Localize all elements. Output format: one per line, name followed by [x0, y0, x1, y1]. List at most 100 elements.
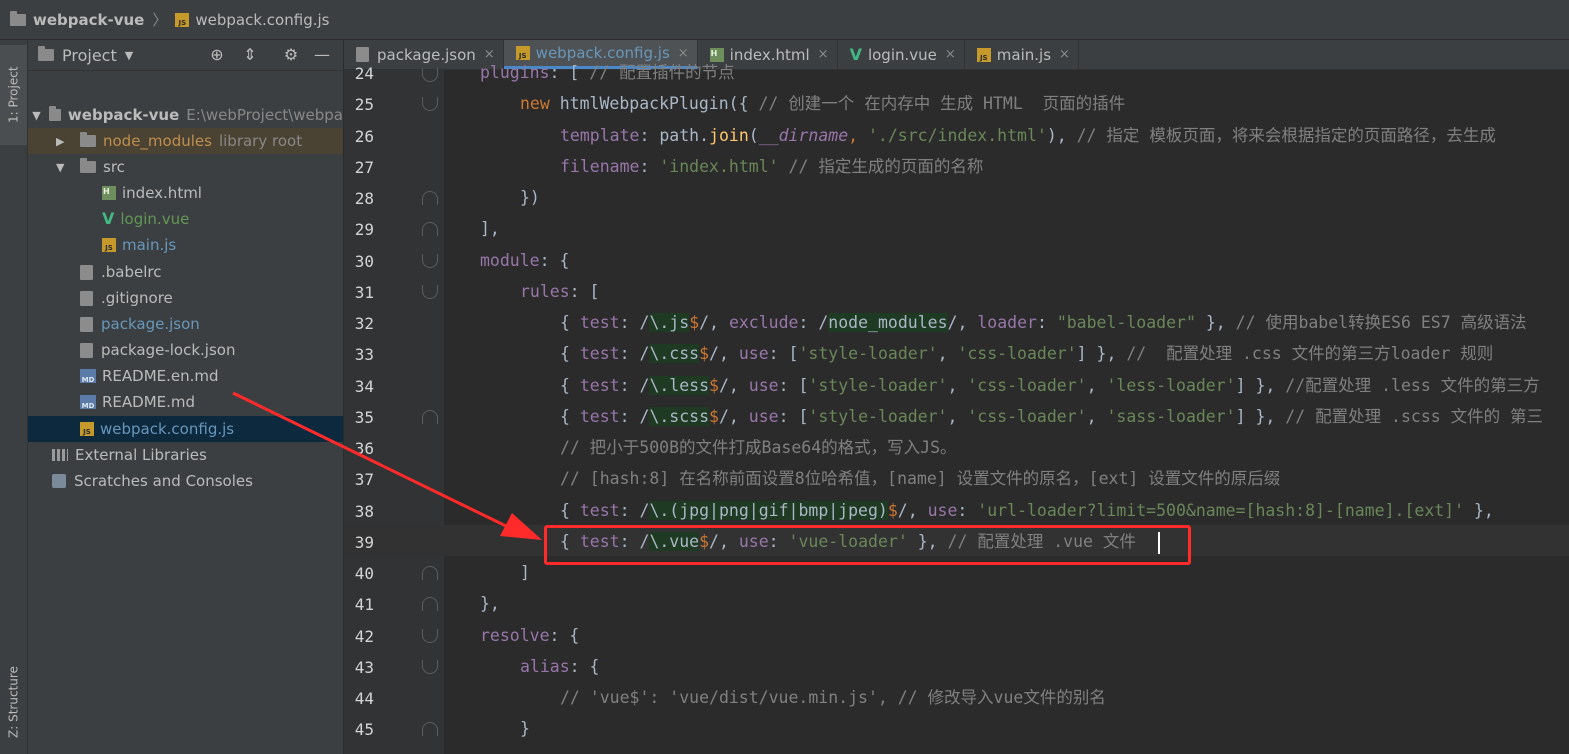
chevron-down-icon[interactable]: ▼ [56, 161, 70, 174]
annotation-highlight-box [544, 525, 1191, 565]
code-line-36: // 把小于500B的文件打成Base64的格式，写入JS。 [560, 438, 957, 457]
structure-tool-tab-label: Z: Structure [6, 666, 21, 739]
config-file-icon [80, 316, 93, 332]
project-panel: Project ▼ ⊕ ⇕ ⚙ — ▼ webpack-vue E:\webProj… [28, 40, 343, 754]
hide-panel-icon[interactable]: — [313, 46, 331, 64]
line-number: 31 [354, 283, 374, 302]
tree-item-label: webpack-vue [67, 106, 180, 124]
editor-tab-login-vue[interactable]: Vlogin.vue × [838, 40, 965, 69]
folder-icon [49, 106, 61, 121]
line-number: 35 [354, 408, 374, 427]
tree-item-label: index.html [122, 184, 202, 202]
js-file-icon: JS [976, 47, 991, 62]
folder-icon [80, 158, 96, 173]
code-line-33: { test: /\.css$/, use: ['style-loader', … [560, 344, 1494, 363]
tree-item-webpack-vue[interactable]: ▼ webpack-vue E:\webProject\webpa [28, 102, 343, 128]
chevron-right-icon[interactable]: ▶ [56, 135, 70, 148]
tree-item-index-html[interactable]: index.html [28, 180, 343, 206]
tree-item-package-lock-json[interactable]: package-lock.json [28, 337, 343, 363]
tree-item-external-libraries[interactable]: External Libraries [28, 442, 343, 468]
close-icon[interactable]: × [678, 46, 689, 61]
editor-tab-main-js[interactable]: JS main.js × [965, 40, 1079, 69]
line-number: 43 [354, 658, 374, 677]
js-file-icon: JS [515, 46, 530, 60]
editor-tab-label: package.json [377, 45, 476, 64]
breadcrumb-project[interactable]: webpack-vue [0, 10, 145, 29]
tree-item-label: External Libraries [75, 446, 207, 464]
tree-item-path: library root [218, 132, 303, 150]
tree-item-package-json[interactable]: package.json [28, 311, 343, 337]
line-number: 28 [354, 189, 374, 208]
config-file-icon [80, 290, 93, 306]
code-line-32: { test: /\.js$/, exclude: /node_modules/… [560, 313, 1527, 332]
folder-icon [10, 10, 26, 26]
tree-item-main-js[interactable]: JS main.js [28, 232, 343, 258]
code-line-40: ] [520, 563, 530, 582]
js-file-icon: JS [175, 12, 190, 27]
line-number: 38 [354, 502, 374, 521]
tree-item-path: E:\webProject\webpa [186, 106, 343, 124]
vue-file-icon: V [849, 44, 862, 64]
structure-tool-tab[interactable]: Z: Structure [0, 655, 27, 750]
fold-end-icon[interactable] [422, 410, 438, 424]
breadcrumb-project-label: webpack-vue [33, 10, 145, 29]
js-file-icon: JS [80, 422, 94, 436]
config-file-icon [356, 47, 369, 62]
tree-item-label: node_modules [103, 132, 212, 150]
tree-item-readme-en-md[interactable]: MD README.en.md [28, 363, 343, 389]
code-line-27: filename: 'index.html' // 指定生成的页面的名称 [560, 157, 984, 176]
chevron-down-icon[interactable]: ▼ [32, 109, 42, 122]
line-number: 41 [354, 595, 374, 614]
line-number: 24 [354, 64, 374, 83]
config-file-icon [80, 342, 93, 358]
close-icon[interactable]: × [945, 47, 956, 62]
tree-item-label: package-lock.json [101, 341, 236, 359]
locate-file-icon[interactable]: ⊕ [208, 46, 226, 64]
collapse-all-icon[interactable]: ⇕ [241, 46, 259, 64]
project-view-selector[interactable]: Project [62, 46, 117, 65]
config-file-icon [80, 264, 93, 280]
code-line-37: // [hash:8] 在名称前面设置8位哈希值，[name] 设置文件的原名，… [560, 469, 1281, 488]
tree-item-label: package.json [101, 315, 200, 333]
tree-item-label: main.js [122, 236, 177, 254]
scratch-icon [52, 474, 66, 488]
tree-item-gitignore[interactable]: .gitignore [28, 285, 343, 311]
tree-item-readme-md[interactable]: MD README.md [28, 389, 343, 415]
code-line-28: }) [520, 188, 540, 207]
tree-item-label: README.md [102, 393, 196, 411]
left-tool-strip: 1: Project Z: Structure [0, 40, 28, 754]
code-line-41: }, [480, 594, 500, 613]
tree-item-node-modules[interactable]: ▶ node_modules library root [28, 128, 343, 154]
gear-icon[interactable]: ⚙ [282, 46, 300, 64]
breadcrumb-file-label: webpack.config.js [195, 10, 330, 29]
tree-item-src[interactable]: ▼ src [28, 154, 343, 180]
close-icon[interactable]: × [818, 47, 829, 62]
line-number: 30 [354, 252, 374, 271]
breadcrumb-separator-icon: 〉 [152, 11, 168, 29]
tree-item-webpack-config-js[interactable]: JS webpack.config.js [28, 416, 343, 442]
chevron-down-icon[interactable]: ▼ [125, 49, 133, 62]
line-number: 44 [354, 689, 374, 708]
fold-end-icon[interactable] [422, 722, 438, 736]
code-line-42: resolve: { [480, 626, 580, 645]
tree-item-label: .gitignore [101, 289, 173, 307]
tree-item-scratches-and-consoles[interactable]: Scratches and Consoles [28, 468, 343, 494]
editor-tab-label: index.html [729, 45, 810, 64]
close-icon[interactable]: × [1059, 47, 1070, 62]
fold-end-icon[interactable] [422, 222, 438, 236]
code-line-45: } [520, 719, 530, 738]
breadcrumb-file[interactable]: JS webpack.config.js [175, 11, 329, 29]
project-panel-header: Project ▼ ⊕ ⇕ ⚙ — [28, 40, 343, 71]
code-line-31: rules: [ [520, 282, 600, 301]
editor-tab-label: main.js [996, 45, 1052, 64]
tree-item-babelrc[interactable]: .babelrc [28, 259, 343, 285]
fold-end-icon[interactable] [422, 566, 438, 580]
project-tool-tab-label: 1: Project [6, 66, 21, 124]
line-number: 32 [354, 314, 374, 333]
line-number: 45 [354, 720, 374, 739]
fold-end-icon[interactable] [422, 597, 438, 611]
fold-end-icon[interactable] [422, 191, 438, 205]
project-tool-tab[interactable]: 1: Project [0, 45, 27, 145]
line-number: 42 [354, 627, 374, 646]
tree-item-login-vue[interactable]: Vlogin.vue [28, 206, 343, 232]
